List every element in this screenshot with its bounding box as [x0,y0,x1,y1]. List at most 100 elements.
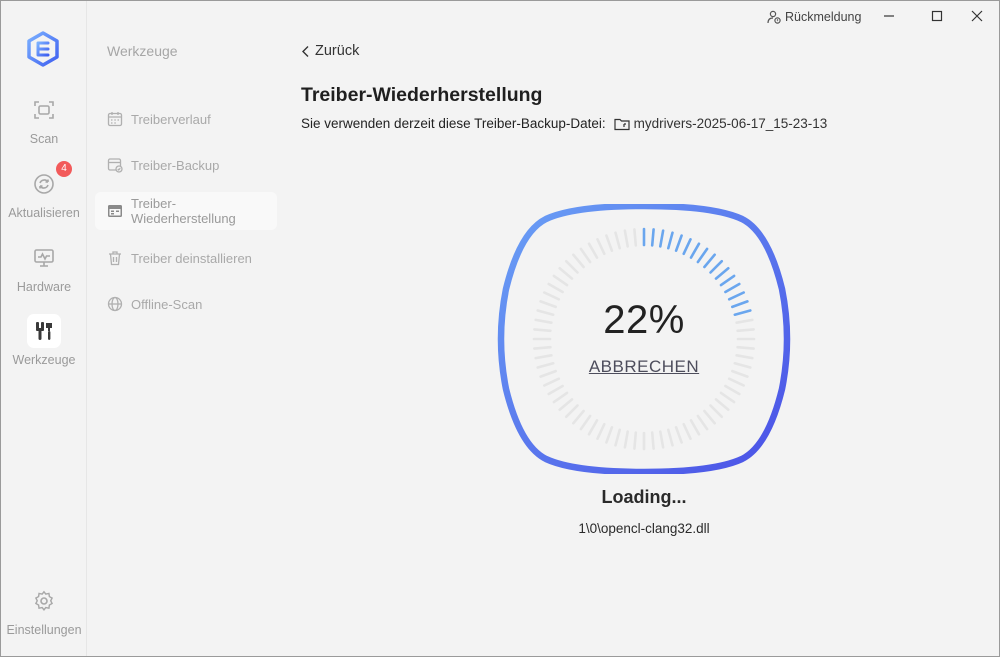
progress-tick-active [689,242,701,259]
cancel-label: ABBRECHEN [588,357,700,376]
feedback-button[interactable]: Rückmeldung [767,8,861,26]
progress-tick [719,391,736,404]
progress-tick [633,431,638,450]
sidebar: Scan 4 Aktualisieren Hardware Werkzeuge … [1,1,87,656]
progress-tick [674,426,683,444]
progress-ring: 22% ABBRECHEN [496,204,792,474]
tools-item-driver-restore[interactable]: Treiber-Wiederherstellung [95,192,277,230]
progress-tick [614,231,621,250]
progress-tick [596,422,606,440]
gear-icon [27,584,61,618]
sidebar-item-scan[interactable]: Scan [1,93,87,146]
progress-tick [689,419,701,436]
progress-tick [623,430,629,449]
current-file: 1\0\opencl-clang32.dll [578,521,710,536]
tools-item-driver-backup[interactable]: Treiber-Backup [95,146,277,184]
progress-tick-active [724,282,741,294]
progress-tick-active [674,234,683,253]
progress-tick [564,259,579,274]
monitor-icon [27,241,61,275]
progress-tick [703,409,716,425]
progress-tick [682,422,692,440]
sidebar-item-settings[interactable]: Einstellungen [1,584,87,637]
progress-tick [564,404,579,419]
update-count-badge: 4 [56,161,72,177]
tools-item-offline-scan[interactable]: Offline-Scan [95,285,277,323]
chevron-left-icon [302,45,309,57]
page-title: Treiber-Wiederherstellung [301,84,543,106]
progress-tick [572,409,585,425]
progress-tick [724,384,741,396]
progress-tick [533,345,552,350]
scan-icon [27,93,61,127]
sidebar-item-update[interactable]: 4 Aktualisieren [1,161,87,220]
progress-tick [579,414,592,431]
calendar-icon [107,111,123,127]
tools-menu: Werkzeuge Treiberverlauf Treiber-Backup … [87,1,287,656]
app-logo-icon [26,31,60,67]
trash-icon [107,250,123,266]
cancel-button[interactable]: ABBRECHEN [496,357,792,377]
progress-tick [696,414,709,431]
tools-menu-title: Werkzeuge [107,43,178,59]
backup-file-link[interactable]: mydrivers-2025-06-17_15-23-13 [614,116,828,131]
progress-tick-active [709,259,724,274]
progress-tick-active [719,274,736,287]
maximize-icon [931,10,943,22]
back-label: Zurück [315,43,360,59]
progress-tick [605,426,614,444]
progress-tick [667,428,674,447]
progress-tick-active [650,228,655,247]
tools-item-label: Offline-Scan [131,296,203,312]
progress-tick [709,404,724,419]
tools-item-label: Treiber-Wiederherstellung [131,196,236,226]
progress-tick [623,229,629,248]
tools-item-driver-uninstall[interactable]: Treiber deinstallieren [95,239,277,277]
sidebar-item-label: Aktualisieren [8,206,80,220]
globe-icon [107,296,123,312]
progress-tick [542,377,561,387]
back-button[interactable]: Zurück [301,43,359,59]
progress-tick-active [659,229,665,248]
backup-file-name: mydrivers-2025-06-17_15-23-13 [633,116,828,131]
minimize-button[interactable] [878,6,900,26]
progress-tick [727,377,745,387]
progress-tick [614,428,621,447]
progress-tick [587,242,599,259]
sidebar-item-label: Einstellungen [6,623,82,637]
backup-file-info: Sie verwenden derzeit diese Treiber-Back… [301,116,827,131]
backup-icon [107,157,123,173]
progress-tick [579,247,592,264]
sidebar-item-label: Hardware [16,280,72,294]
progress-tick-active [714,267,730,280]
tools-item-label: Treiber-Backup [131,157,220,173]
progress-tick [547,384,564,396]
loading-status: Loading... [601,487,687,507]
progress-tick [552,391,569,404]
progress-tick [572,253,585,269]
backup-file-prefix: Sie verwenden derzeit diese Treiber-Back… [301,116,606,131]
maximize-button[interactable] [926,6,948,26]
progress-tick [596,237,606,256]
sidebar-item-label: Werkzeuge [12,353,76,367]
feedback-label: Rückmeldung [785,10,862,24]
tools-item-driver-history[interactable]: Treiberverlauf [95,100,277,138]
progress-tick [714,398,730,411]
progress-tick [650,431,655,450]
progress-tick-active [682,237,692,256]
progress-tick [552,274,569,287]
app-window: Scan 4 Aktualisieren Hardware Werkzeuge … [0,0,1000,657]
close-icon [971,10,983,22]
progress-tick-active [696,247,709,264]
sidebar-item-hardware[interactable]: Hardware [1,241,87,294]
progress-tick-active [703,253,716,269]
progress-tick [659,430,665,449]
tools-item-label: Treiber deinstallieren [131,250,252,266]
minimize-icon [884,15,894,17]
close-button[interactable] [966,6,988,26]
folder-icon [614,118,630,130]
sidebar-item-tools[interactable]: Werkzeuge [1,314,87,367]
progress-tick [736,345,755,350]
sidebar-item-label: Scan [29,132,59,146]
progress-tick [605,234,614,253]
